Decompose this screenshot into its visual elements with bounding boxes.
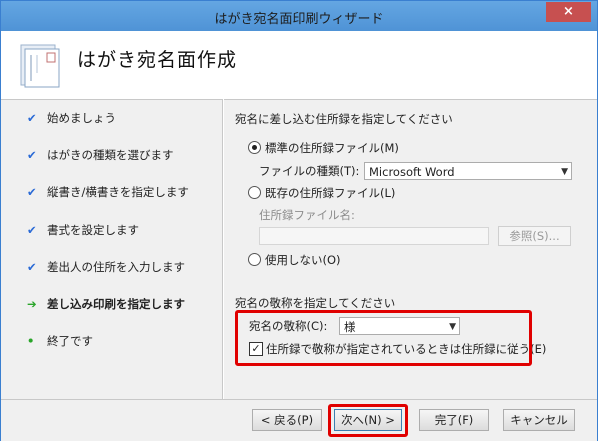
- step-item-format: ✔ 書式を設定します: [27, 220, 139, 240]
- step-label: 終了です: [47, 334, 93, 348]
- bullet-icon: •: [27, 334, 35, 348]
- arrow-right-icon: ➔: [27, 297, 37, 311]
- step-item-sender: ✔ 差出人の住所を入力します: [27, 257, 185, 277]
- wizard-header: はがき宛名面作成: [1, 31, 597, 100]
- step-label: はがきの種類を選びます: [47, 148, 174, 162]
- standard-address-label[interactable]: 標準の住所録ファイル(M): [265, 140, 399, 156]
- step-label: 始めましょう: [47, 111, 116, 125]
- step-item-card-type: ✔ はがきの種類を選びます: [27, 145, 174, 165]
- step-item-start: ✔ 始めましょう: [27, 108, 116, 128]
- browse-button[interactable]: 参照(S)...: [498, 226, 571, 246]
- page-title: はがき宛名面作成: [77, 49, 238, 71]
- sidebar-divider: [222, 99, 224, 399]
- next-highlight-box: [328, 404, 408, 437]
- steps-sidebar: ✔ 始めましょう ✔ はがきの種類を選びます ✔ 縦書き/横書きを指定します ✔ 書式を…: [1, 100, 221, 400]
- check-icon: ✔: [27, 260, 37, 274]
- step-label: 差出人の住所を入力します: [47, 260, 185, 274]
- step-item-merge: ➔ 差し込み印刷を指定します: [27, 294, 185, 314]
- no-address-radio[interactable]: [248, 253, 261, 266]
- address-file-name-input[interactable]: [259, 227, 489, 245]
- wizard-window: はがき宛名面印刷ウィザード × はがき宛名面作成 ✔ 始めましょう ✔ はがきの種類…: [0, 0, 598, 441]
- back-button[interactable]: < 戻る(P): [252, 409, 322, 431]
- standard-address-radio[interactable]: [248, 141, 261, 154]
- step-label: 書式を設定します: [47, 223, 139, 237]
- check-icon: ✔: [27, 185, 37, 199]
- existing-address-radio[interactable]: [248, 186, 261, 199]
- check-icon: ✔: [27, 148, 37, 162]
- honorific-highlight-box: [235, 310, 532, 366]
- close-button[interactable]: ×: [546, 2, 591, 22]
- file-type-value: Microsoft Word: [369, 165, 455, 179]
- no-address-label[interactable]: 使用しない(O): [265, 252, 341, 268]
- title-bar: はがき宛名面印刷ウィザード ×: [1, 1, 597, 31]
- address-file-name-label: 住所録ファイル名:: [259, 208, 355, 222]
- cancel-button[interactable]: キャンセル: [503, 409, 575, 431]
- chevron-down-icon: ▼: [561, 167, 568, 177]
- wizard-content: 宛名に差し込む住所録を指定してください 標準の住所録ファイル(M) ファイルの種…: [225, 99, 597, 399]
- postcard-icon: [20, 44, 60, 88]
- existing-address-label[interactable]: 既存の住所録ファイル(L): [265, 185, 395, 201]
- step-label: 縦書き/横書きを指定します: [47, 185, 189, 199]
- step-item-finish: • 終了です: [27, 331, 93, 351]
- file-type-select[interactable]: Microsoft Word ▼: [364, 162, 572, 180]
- step-item-orientation: ✔ 縦書き/横書きを指定します: [27, 182, 189, 202]
- check-icon: ✔: [27, 223, 37, 237]
- address-section-heading: 宛名に差し込む住所録を指定してください: [235, 112, 453, 126]
- file-type-label: ファイルの種類(T):: [259, 164, 360, 178]
- honorific-section-heading: 宛名の敬称を指定してください: [235, 296, 396, 310]
- check-icon: ✔: [27, 111, 37, 125]
- window-title: はがき宛名面印刷ウィザード: [214, 12, 384, 27]
- step-label: 差し込み印刷を指定します: [47, 297, 185, 311]
- button-bar: < 戻る(P) 次へ(N) > 完了(F) キャンセル: [1, 399, 597, 441]
- finish-button[interactable]: 完了(F): [419, 409, 489, 431]
